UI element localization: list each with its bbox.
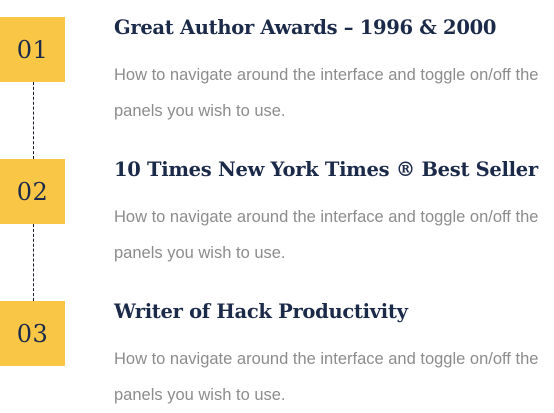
number-badge-label: 02 xyxy=(16,177,49,206)
item-description: How to navigate around the interface and… xyxy=(114,66,539,120)
timeline-connector xyxy=(33,224,34,301)
number-badge-label: 03 xyxy=(16,319,49,348)
item-title: Writer of Hack Productivity xyxy=(114,300,408,323)
achievements-timeline: 01 Great Author Awards – 1996 & 2000 How… xyxy=(0,0,554,404)
item-title: 10 Times New York Times ® Best Seller xyxy=(114,158,538,181)
item-description: How to navigate around the interface and… xyxy=(114,208,539,262)
number-badge: 01 xyxy=(0,17,65,82)
timeline-connector xyxy=(33,82,34,159)
number-badge: 03 xyxy=(0,301,65,366)
number-badge: 02 xyxy=(0,159,65,224)
number-badge-label: 01 xyxy=(16,35,49,64)
item-description: How to navigate around the interface and… xyxy=(114,350,539,404)
item-title: Great Author Awards – 1996 & 2000 xyxy=(114,16,497,39)
